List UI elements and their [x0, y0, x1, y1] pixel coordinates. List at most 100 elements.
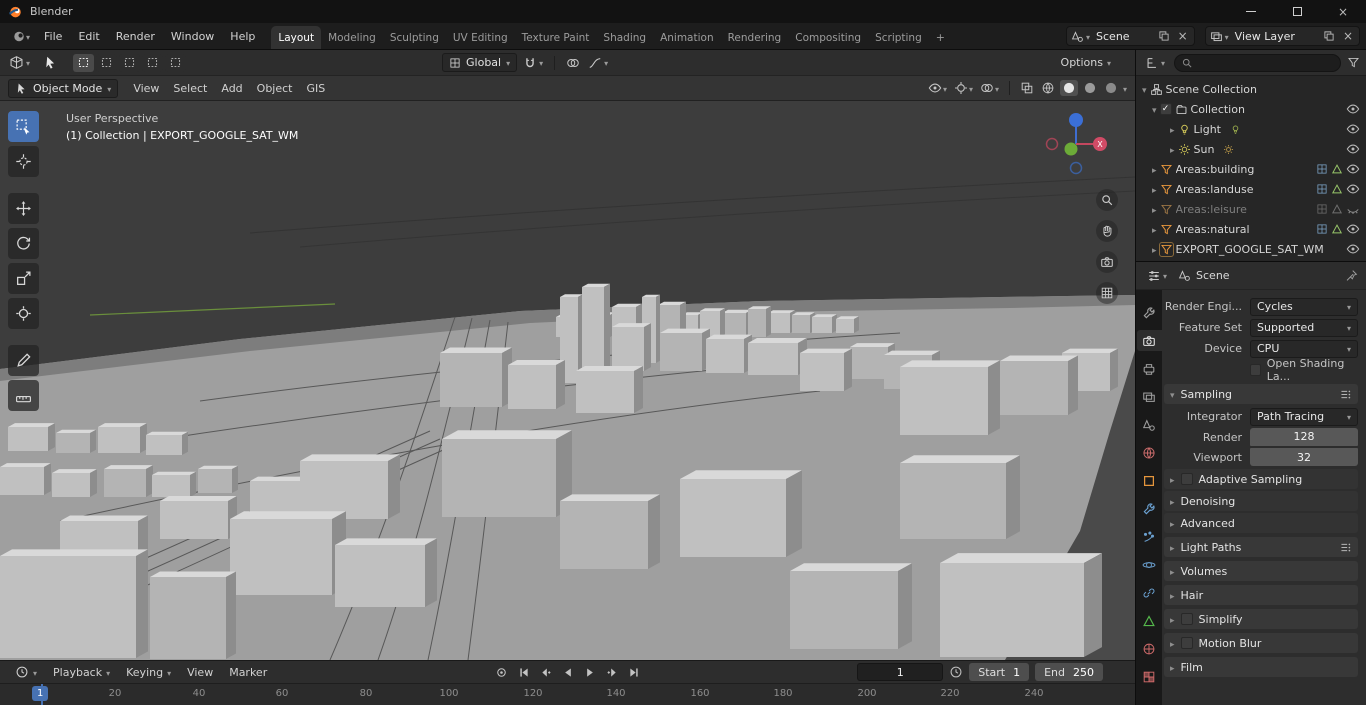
menu-object[interactable]: Object — [250, 82, 300, 95]
gizmo-neg-z-axis[interactable] — [1069, 161, 1083, 175]
add-workspace-button[interactable]: + — [929, 25, 952, 49]
menu-help[interactable]: Help — [222, 30, 263, 43]
tool-scale-button[interactable] — [8, 263, 39, 294]
hide-eye-icon[interactable] — [1346, 242, 1360, 256]
film-panel-header[interactable]: Film — [1164, 657, 1358, 677]
tab-texture-paint[interactable]: Texture Paint — [515, 26, 597, 49]
tab-physics-icon[interactable] — [1137, 554, 1162, 575]
tool-cursor-button[interactable] — [8, 146, 39, 177]
gizmos-dropdown[interactable] — [952, 80, 975, 96]
gizmo-neg-x-axis[interactable] — [1045, 137, 1059, 151]
proportional-falloff-button[interactable] — [586, 56, 610, 70]
hide-eye-icon[interactable] — [1346, 142, 1360, 156]
device-dropdown[interactable]: CPU — [1250, 339, 1358, 358]
zoom-icon[interactable] — [1096, 189, 1118, 211]
expand-icon[interactable] — [1152, 223, 1157, 236]
tab-texture-icon[interactable] — [1137, 666, 1162, 687]
tab-shading[interactable]: Shading — [596, 26, 653, 49]
menu-render[interactable]: Render — [108, 30, 163, 43]
tool-measure-button[interactable] — [8, 380, 39, 411]
hair-panel-header[interactable]: Hair — [1164, 585, 1358, 605]
outliner-row-light[interactable]: Light — [1136, 119, 1366, 139]
viewport-samples-field[interactable]: 32 — [1250, 448, 1358, 466]
render-samples-field[interactable]: 128 — [1250, 427, 1358, 446]
tab-world-icon[interactable] — [1137, 442, 1162, 463]
tab-rendering[interactable]: Rendering — [721, 26, 789, 49]
hide-eye-icon[interactable] — [1346, 222, 1360, 236]
simplify-checkbox[interactable] — [1180, 613, 1193, 625]
tab-uv-editing[interactable]: UV Editing — [446, 26, 515, 49]
pan-hand-icon[interactable] — [1096, 220, 1118, 242]
object-visibility-dropdown[interactable] — [926, 80, 949, 96]
menu-view[interactable]: View — [126, 82, 166, 95]
expand-icon[interactable] — [1170, 123, 1175, 136]
shading-wireframe-button[interactable] — [1039, 80, 1057, 96]
navigation-gizmo[interactable]: X — [1041, 109, 1111, 179]
outliner-row-areas-natural[interactable]: Areas:natural — [1136, 219, 1366, 239]
new-scene-button[interactable] — [1156, 30, 1172, 42]
hide-eye-icon[interactable] — [1346, 162, 1360, 176]
simplify-panel-header[interactable]: Simplify — [1164, 609, 1358, 629]
gizmo-z-axis[interactable] — [1069, 113, 1083, 127]
tool-annotate-button[interactable] — [8, 345, 39, 376]
expand-icon[interactable] — [1142, 83, 1147, 96]
select-mode-subtract-button[interactable] — [119, 53, 141, 72]
next-keyframe-button[interactable] — [602, 664, 622, 681]
tab-scene-icon[interactable] — [1137, 414, 1162, 435]
new-view-layer-button[interactable] — [1321, 30, 1337, 42]
shading-options-caret[interactable] — [1123, 82, 1127, 95]
play-button[interactable] — [580, 664, 600, 681]
select-mode-intersect-button[interactable] — [165, 53, 187, 72]
timeline-ruler[interactable]: 20 40 60 80 100 120 140 160 180 200 220 … — [0, 683, 1135, 705]
properties-editor-type-button[interactable] — [1144, 267, 1170, 285]
pin-icon[interactable] — [1345, 269, 1358, 282]
outliner-row-areas-building[interactable]: Areas:building — [1136, 159, 1366, 179]
options-dropdown[interactable]: Options — [1061, 56, 1129, 69]
previous-keyframe-button[interactable] — [536, 664, 556, 681]
remove-view-layer-button[interactable] — [1341, 29, 1355, 43]
ortho-toggle-icon[interactable] — [1096, 282, 1118, 304]
camera-view-icon[interactable] — [1096, 251, 1118, 273]
frame-end-field[interactable]: End 250 — [1035, 663, 1103, 681]
tab-layout[interactable]: Layout — [271, 26, 322, 49]
frame-start-field[interactable]: Start 1 — [969, 663, 1030, 681]
tool-transform-button[interactable] — [8, 298, 39, 329]
light-paths-presets-icon[interactable] — [1339, 541, 1352, 554]
expand-icon[interactable] — [1152, 243, 1157, 256]
tab-compositing[interactable]: Compositing — [788, 26, 868, 49]
menu-window[interactable]: Window — [163, 30, 222, 43]
expand-icon[interactable] — [1152, 183, 1157, 196]
tab-sculpting[interactable]: Sculpting — [383, 26, 446, 49]
expand-icon[interactable] — [1152, 163, 1157, 176]
outliner-editor-type-button[interactable] — [1142, 54, 1168, 72]
toggle-xray-button[interactable] — [1018, 80, 1036, 96]
tab-object-data-icon[interactable] — [1137, 610, 1162, 631]
transform-orientation-dropdown[interactable]: Global — [442, 53, 518, 72]
integrator-dropdown[interactable]: Path Tracing — [1250, 407, 1358, 426]
gizmo-y-axis[interactable] — [1064, 142, 1078, 156]
snap-toggle-button[interactable] — [521, 56, 545, 70]
expand-icon[interactable] — [1152, 103, 1157, 116]
select-mode-invert-button[interactable] — [142, 53, 164, 72]
tab-modeling[interactable]: Modeling — [321, 26, 383, 49]
render-engine-dropdown[interactable]: Cycles — [1250, 297, 1358, 316]
tool-select-box-button[interactable] — [8, 111, 39, 142]
scene-name-field[interactable]: Scene — [1094, 30, 1152, 43]
proportional-editing-button[interactable] — [564, 56, 582, 70]
outliner-row-areas-leisure[interactable]: Areas:leisure — [1136, 199, 1366, 219]
play-reverse-button[interactable] — [558, 664, 578, 681]
unlink-scene-button[interactable] — [1176, 29, 1190, 43]
mode-dropdown[interactable]: Object Mode — [8, 78, 119, 98]
tab-animation[interactable]: Animation — [653, 26, 721, 49]
outliner-row-areas-landuse[interactable]: Areas:landuse — [1136, 179, 1366, 199]
tab-particles-icon[interactable] — [1137, 526, 1162, 547]
hide-eye-closed-icon[interactable] — [1346, 202, 1360, 216]
tab-tool-icon[interactable] — [1137, 302, 1162, 323]
volumes-panel-header[interactable]: Volumes — [1164, 561, 1358, 581]
outliner-row-export-google-sat[interactable]: EXPORT_GOOGLE_SAT_WM — [1136, 239, 1366, 259]
menu-add[interactable]: Add — [214, 82, 249, 95]
minimize-button[interactable] — [1228, 0, 1274, 23]
outliner-row-scene-collection[interactable]: Scene Collection — [1136, 79, 1366, 99]
tab-output-icon[interactable] — [1137, 358, 1162, 379]
menu-keying[interactable]: Keying — [119, 666, 178, 679]
